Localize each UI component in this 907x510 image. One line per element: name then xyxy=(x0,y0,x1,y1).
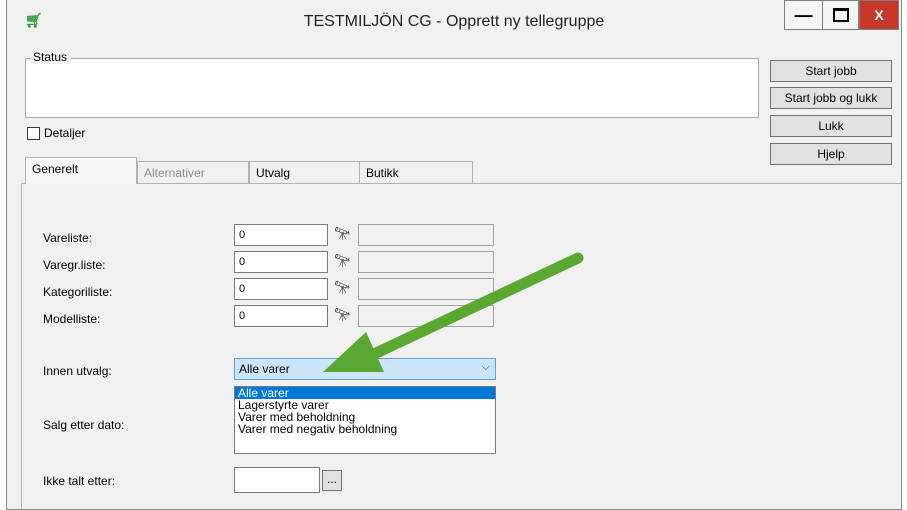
close-button[interactable]: Lukk xyxy=(770,115,892,137)
varegr-liste-description xyxy=(358,251,494,273)
salg-etter-dato-label: Salg etter dato: xyxy=(43,418,125,432)
title-bar: 🛒︎ TESTMILJÖN CG - Opprett ny tellegrupp… xyxy=(7,0,901,42)
binoculars-icon[interactable]: 🔭︎ xyxy=(334,253,352,269)
status-legend: Status xyxy=(24,50,72,64)
start-job-and-close-button[interactable]: Start jobb og lukk xyxy=(770,87,892,109)
binoculars-icon[interactable]: 🔭︎ xyxy=(334,280,352,296)
modelliste-description xyxy=(358,305,494,327)
innen-utvalg-dropdown: Alle varer Lagerstyrte varer Varer med b… xyxy=(234,386,496,454)
innen-utvalg-value: Alle varer xyxy=(239,362,290,376)
kategoriliste-description xyxy=(358,278,494,300)
maximize-button[interactable] xyxy=(822,0,859,30)
start-job-button[interactable]: Start jobb xyxy=(770,60,892,82)
modelliste-label: Modelliste: xyxy=(43,312,101,326)
binoculars-icon[interactable]: 🔭︎ xyxy=(334,226,352,242)
innen-utvalg-label: Innen utvalg: xyxy=(43,364,112,378)
minimize-button[interactable]: — xyxy=(784,0,823,30)
generelt-panel: Vareliste: 0 🔭︎ Varegr.liste: 0 🔭︎ Kateg… xyxy=(21,183,901,509)
close-icon: X xyxy=(874,7,884,23)
maximize-icon xyxy=(832,8,849,22)
vareliste-input[interactable]: 0 xyxy=(234,224,328,246)
browse-button[interactable]: ... xyxy=(322,470,342,491)
tab-butikk[interactable]: Butikk xyxy=(359,161,473,183)
details-label: Detaljer xyxy=(44,126,86,140)
tab-utvalg[interactable]: Utvalg xyxy=(249,161,361,183)
chevron-down-icon[interactable]: ⌵ xyxy=(482,361,490,374)
kategoriliste-input[interactable]: 0 xyxy=(234,278,328,300)
tab-generelt[interactable]: Generelt xyxy=(25,157,137,184)
modelliste-input[interactable]: 0 xyxy=(234,305,328,327)
application-window: 🛒︎ TESTMILJÖN CG - Opprett ny tellegrupp… xyxy=(6,0,902,510)
details-checkbox[interactable]: Detaljer xyxy=(27,126,85,140)
kategoriliste-label: Kategoriliste: xyxy=(43,285,113,299)
dropdown-option[interactable]: Varer med negativ beholdning xyxy=(235,423,495,435)
vareliste-label: Vareliste: xyxy=(43,231,93,245)
window-title: TESTMILJÖN CG - Opprett ny tellegruppe xyxy=(303,13,605,30)
checkbox-box[interactable] xyxy=(27,126,40,140)
tab-alternativer[interactable]: Alternativer xyxy=(137,161,249,183)
varegr-liste-input[interactable]: 0 xyxy=(234,251,328,273)
binoculars-icon[interactable]: 🔭︎ xyxy=(334,307,352,323)
help-button[interactable]: Hjelp xyxy=(770,143,892,165)
close-window-button[interactable]: X xyxy=(859,0,899,30)
minimize-icon: — xyxy=(794,4,813,25)
ikke-talt-etter-input[interactable] xyxy=(234,467,320,493)
ikke-talt-etter-label: Ikke talt etter: xyxy=(43,474,116,488)
vareliste-description xyxy=(358,224,494,246)
innen-utvalg-select[interactable]: Alle varer ⌵ xyxy=(234,358,496,380)
status-box[interactable] xyxy=(25,58,759,118)
varegr-liste-label: Varegr.liste: xyxy=(43,258,106,272)
